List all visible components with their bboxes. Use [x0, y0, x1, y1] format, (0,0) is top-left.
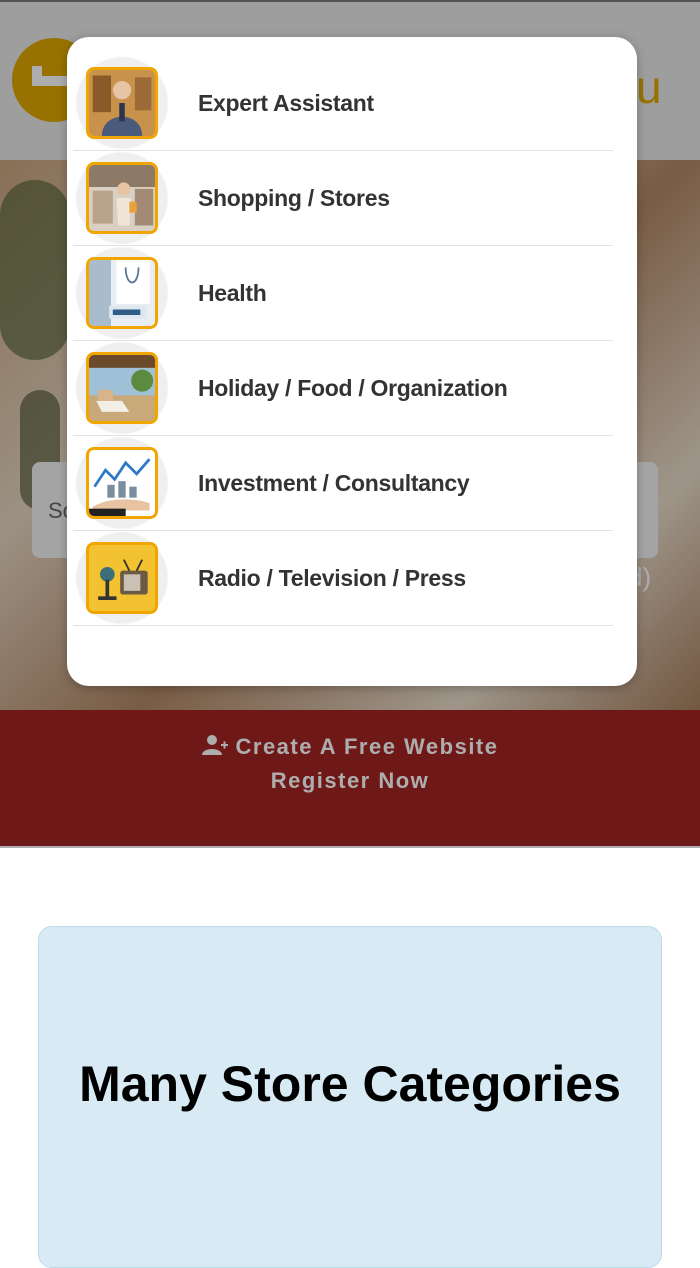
category-item-holiday[interactable]: Holiday / Food / Organization: [73, 341, 613, 436]
category-thumb: [77, 58, 167, 148]
category-thumb: [77, 248, 167, 338]
category-label: Holiday / Food / Organization: [198, 375, 508, 401]
expert-assistant-icon: [89, 70, 155, 136]
category-thumb: [77, 343, 167, 433]
holiday-icon: [89, 355, 155, 421]
shopping-icon: [89, 165, 155, 231]
category-item-investment[interactable]: Investment / Consultancy: [73, 436, 613, 531]
category-item-radio-tv[interactable]: Radio / Television / Press: [73, 531, 613, 626]
category-label: Expert Assistant: [198, 90, 374, 116]
info-card-title: Many Store Categories: [79, 1056, 621, 1112]
radio-tv-icon: [89, 545, 155, 611]
info-card: Many Store Categories: [38, 926, 662, 1268]
category-label: Shopping / Stores: [198, 185, 390, 211]
category-item-health[interactable]: Health: [73, 246, 613, 341]
category-label: Health: [198, 280, 267, 306]
health-icon: [89, 260, 155, 326]
category-thumb: [77, 533, 167, 623]
category-item-shopping[interactable]: Shopping / Stores: [73, 151, 613, 246]
category-item-expert-assistant[interactable]: Expert Assistant: [73, 56, 613, 151]
category-thumb: [77, 438, 167, 528]
investment-icon: [89, 450, 155, 516]
category-thumb: [77, 153, 167, 243]
category-menu: Expert Assistant Shopping / Stores Healt…: [67, 37, 637, 686]
category-label: Investment / Consultancy: [198, 470, 470, 496]
category-label: Radio / Television / Press: [198, 565, 466, 591]
